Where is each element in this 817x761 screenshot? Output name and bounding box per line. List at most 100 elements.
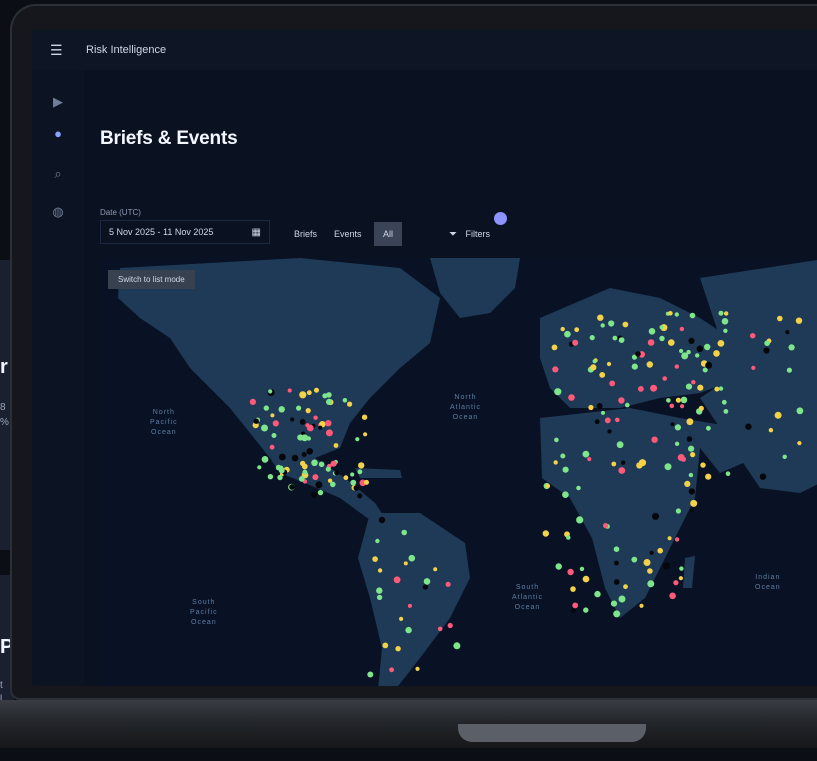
event-marker[interactable] xyxy=(688,472,694,478)
event-marker[interactable] xyxy=(272,420,279,427)
event-marker[interactable] xyxy=(674,424,682,431)
event-marker[interactable] xyxy=(648,328,656,335)
event-marker[interactable] xyxy=(724,311,729,316)
event-marker[interactable] xyxy=(322,393,328,399)
event-marker[interactable] xyxy=(659,335,665,342)
briefs-icon[interactable]: ● xyxy=(48,126,68,146)
event-marker[interactable] xyxy=(408,554,416,562)
event-marker[interactable] xyxy=(714,386,720,392)
event-marker[interactable] xyxy=(576,516,584,524)
event-marker[interactable] xyxy=(554,388,562,396)
event-marker[interactable] xyxy=(675,508,682,514)
event-marker[interactable] xyxy=(601,410,605,415)
event-marker[interactable] xyxy=(669,592,676,600)
event-marker[interactable] xyxy=(315,481,323,489)
event-marker[interactable] xyxy=(305,408,311,414)
event-marker[interactable] xyxy=(405,626,412,634)
event-marker[interactable] xyxy=(688,337,695,344)
date-range-picker[interactable]: 5 Nov 2025 - 11 Nov 2025 ▦ xyxy=(100,220,270,244)
event-marker[interactable] xyxy=(271,433,277,438)
event-marker[interactable] xyxy=(647,580,655,588)
event-marker[interactable] xyxy=(301,434,309,442)
event-marker[interactable] xyxy=(723,328,728,333)
filters-button[interactable]: ⏷ Filters xyxy=(449,222,490,246)
event-marker[interactable] xyxy=(668,339,675,346)
event-marker[interactable] xyxy=(623,584,628,590)
event-marker[interactable] xyxy=(306,424,314,432)
event-marker[interactable] xyxy=(570,586,576,592)
event-marker[interactable] xyxy=(566,535,571,540)
event-marker[interactable] xyxy=(589,335,595,341)
event-marker[interactable] xyxy=(301,463,308,470)
event-marker[interactable] xyxy=(350,472,355,477)
event-marker[interactable] xyxy=(572,602,579,609)
event-marker[interactable] xyxy=(582,450,590,458)
event-marker[interactable] xyxy=(675,397,682,403)
event-marker[interactable] xyxy=(690,499,698,507)
event-marker[interactable] xyxy=(298,476,305,482)
event-marker[interactable] xyxy=(562,491,569,498)
event-marker[interactable] xyxy=(590,364,597,371)
event-marker[interactable] xyxy=(594,419,600,425)
event-marker[interactable] xyxy=(361,414,368,420)
event-marker[interactable] xyxy=(317,489,324,496)
event-marker[interactable] xyxy=(651,436,658,443)
event-marker[interactable] xyxy=(357,493,363,499)
event-marker[interactable] xyxy=(363,432,368,437)
event-marker[interactable] xyxy=(401,529,408,536)
event-marker[interactable] xyxy=(542,530,549,537)
event-marker[interactable] xyxy=(618,467,626,474)
event-marker[interactable] xyxy=(376,587,383,594)
event-marker[interactable] xyxy=(679,326,685,332)
event-marker[interactable] xyxy=(299,391,307,399)
event-marker[interactable] xyxy=(662,376,667,381)
event-marker[interactable] xyxy=(763,347,770,354)
event-marker[interactable] xyxy=(638,459,647,467)
event-marker[interactable] xyxy=(253,418,259,424)
event-marker[interactable] xyxy=(306,390,312,396)
event-marker[interactable] xyxy=(647,568,653,574)
event-marker[interactable] xyxy=(554,437,559,443)
event-marker[interactable] xyxy=(453,642,461,650)
event-marker[interactable] xyxy=(377,568,383,573)
event-marker[interactable] xyxy=(389,667,394,673)
event-marker[interactable] xyxy=(378,516,386,524)
event-marker[interactable] xyxy=(696,345,704,353)
event-marker[interactable] xyxy=(689,312,696,319)
event-marker[interactable] xyxy=(287,388,292,393)
event-marker[interactable] xyxy=(679,348,684,354)
event-marker[interactable] xyxy=(723,409,729,414)
event-marker[interactable] xyxy=(717,340,725,347)
event-marker[interactable] xyxy=(261,456,269,463)
event-marker[interactable] xyxy=(445,581,451,587)
event-marker[interactable] xyxy=(674,441,680,446)
event-marker[interactable] xyxy=(768,428,774,433)
event-marker[interactable] xyxy=(705,473,712,480)
event-marker[interactable] xyxy=(355,437,360,442)
event-marker[interactable] xyxy=(764,340,770,346)
event-marker[interactable] xyxy=(267,474,274,480)
switch-to-list-button[interactable]: Switch to list mode xyxy=(108,270,195,289)
event-marker[interactable] xyxy=(796,407,804,415)
event-marker[interactable] xyxy=(551,344,558,351)
event-marker[interactable] xyxy=(614,560,619,566)
event-marker[interactable] xyxy=(721,318,729,325)
event-marker[interactable] xyxy=(713,350,720,357)
event-marker[interactable] xyxy=(582,575,590,583)
event-marker[interactable] xyxy=(576,485,581,491)
event-marker[interactable] xyxy=(657,547,663,554)
event-marker[interactable] xyxy=(609,380,616,387)
event-marker[interactable] xyxy=(721,399,727,405)
event-marker[interactable] xyxy=(662,562,670,570)
event-marker[interactable] xyxy=(751,365,756,370)
event-marker[interactable] xyxy=(592,359,597,364)
event-marker[interactable] xyxy=(596,403,603,409)
toggle-briefs[interactable]: Briefs xyxy=(294,222,317,246)
event-marker[interactable] xyxy=(270,413,275,418)
event-marker[interactable] xyxy=(669,403,675,409)
event-marker[interactable] xyxy=(664,463,672,471)
event-marker[interactable] xyxy=(350,479,357,486)
event-marker[interactable] xyxy=(325,420,332,427)
event-marker[interactable] xyxy=(777,315,783,322)
event-marker[interactable] xyxy=(759,473,767,480)
